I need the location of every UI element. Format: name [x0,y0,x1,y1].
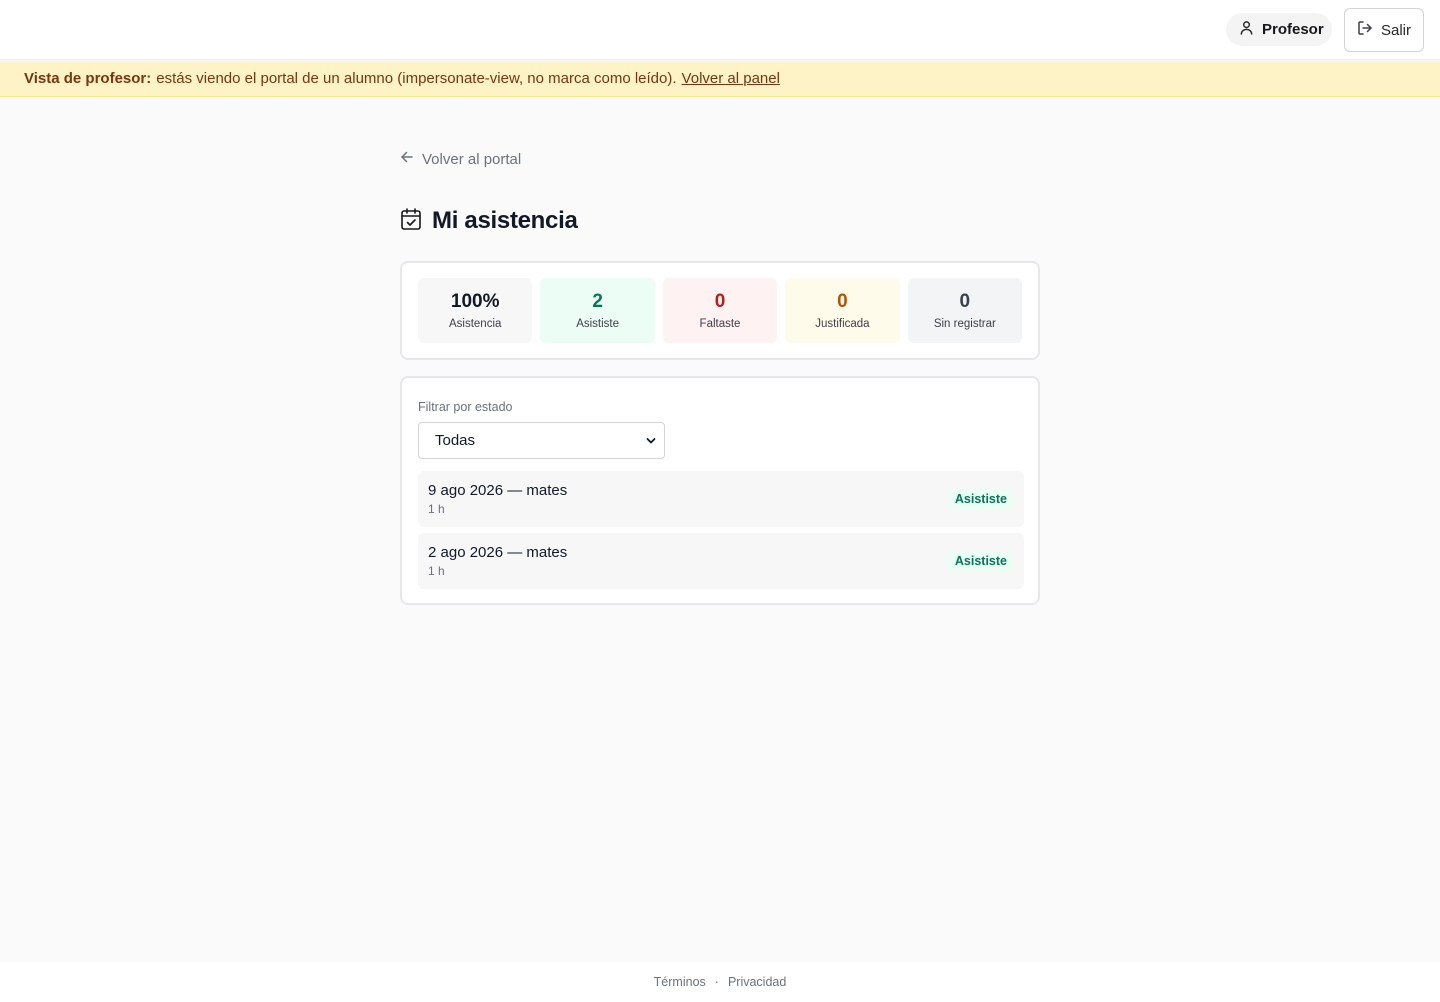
filter-label: Filtrar por estado [418,400,513,414]
status-badge: Asististe [947,489,1014,509]
stat-value: 100% [450,291,500,312]
stat-value: 0 [959,291,971,312]
filter-selected-value: Todas [435,432,476,449]
arrow-left-icon [400,150,414,168]
stat-label: Faltaste [699,318,741,330]
stat-label: Asistencia [448,318,502,330]
logout-label: Salir [1380,21,1411,39]
logout-button[interactable]: Salir [1344,8,1424,52]
stat-justified: 0 Justificada [785,278,900,343]
stat-value: 0 [837,291,848,312]
stat-absent: 0 Faltaste [662,278,778,343]
status-filter-select[interactable]: Todas [418,422,665,459]
sessions-card: Filtrar por estado Todas 9 ago 2026 — ma… [400,376,1040,605]
page-heading: Mi asistencia [432,207,578,234]
privacy-link[interactable]: Privacidad [728,975,786,989]
session-row[interactable]: 2 ago 2026 — mates 1 h Asististe [418,533,1024,589]
back-to-portal-link[interactable]: Volver al portal [400,148,521,170]
status-badge: Asististe [947,551,1014,571]
footer-separator: · [714,975,719,989]
banner-strong: Vista de profesor: [24,70,152,87]
banner-text: estás viendo el portal de un alumno (imp… [156,70,677,87]
calendar-check-icon [400,207,422,236]
stat-value: 2 [592,291,603,312]
impersonation-banner: Vista de profesor: estás viendo el porta… [0,61,1440,97]
back-to-portal-label: Volver al portal [422,150,522,168]
stat-value: 0 [714,291,726,312]
user-icon [1239,20,1254,39]
session-title: 9 ago 2026 — mates [428,482,568,499]
session-duration: 1 h [428,564,445,578]
logout-icon [1357,20,1373,40]
session-title: 2 ago 2026 — mates [428,544,568,561]
session-duration: 1 h [428,502,445,516]
attendance-summary-card: 100% Asistencia 2 Asististe 0 Faltaste 0… [400,261,1040,360]
stat-present: 2 Asististe [540,278,655,343]
back-to-panel-link[interactable]: Volver al panel [682,70,780,87]
user-label: Profesor [1262,21,1324,38]
stat-label: Asististe [576,318,620,330]
user-chip[interactable]: Profesor [1226,13,1332,46]
stat-label: Justificada [815,318,870,330]
session-row[interactable]: 9 ago 2026 — mates 1 h Asististe [418,471,1024,527]
stat-label: Sin registrar [933,318,996,330]
top-bar: Profesor Salir [0,0,1440,60]
terms-link[interactable]: Términos [654,975,706,989]
stat-attendance: 100% Asistencia [418,278,533,343]
page-title: Mi asistencia [400,204,578,238]
stat-unregistered: 0 Sin registrar [907,278,1023,343]
footer: Términos · Privacidad [0,962,1440,1002]
